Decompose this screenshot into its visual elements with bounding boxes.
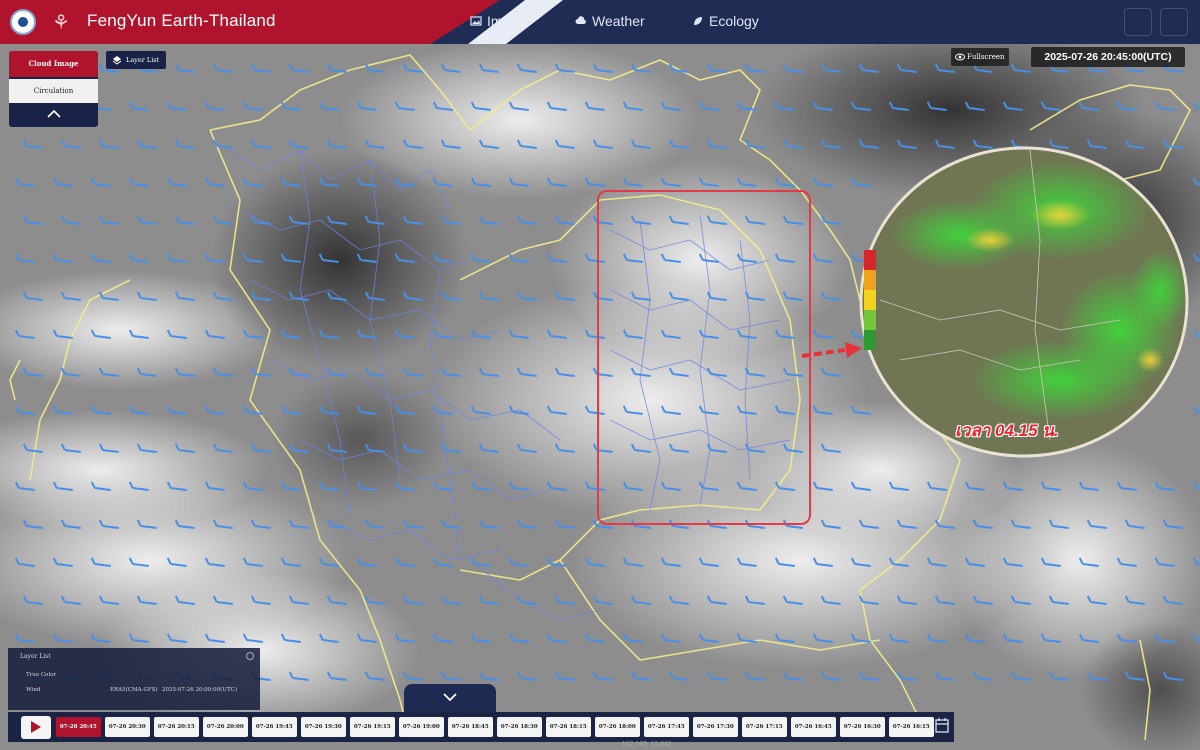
timeline-frame[interactable]: 07-26 20:45 [56,717,101,737]
timeline-frame[interactable]: 07-26 16:30 [840,717,885,737]
play-button[interactable] [21,716,51,739]
layer-list-button[interactable]: Layer List [106,51,166,69]
timeline-frame[interactable]: 07-26 20:30 [105,717,150,737]
timeline-frame[interactable]: 07-26 18:00 [595,717,640,737]
cursor-coordinates: 102.167, 15.642 [622,741,672,748]
timeline-frame[interactable]: 07-26 19:00 [399,717,444,737]
user-icon[interactable] [1160,8,1188,36]
layer-row-wind[interactable]: Wind [26,687,40,693]
gear-icon[interactable] [246,652,254,660]
leaf-icon [694,17,702,25]
nav-weather[interactable]: Weather [575,13,645,29]
current-timestamp: 2025-07-26 20:45:00(UTC) [1031,47,1185,67]
nav-weather-label: Weather [592,13,645,29]
app-window: เวลา 04.15 น. ⚘ FengYun Earth-Thailand I… [0,0,1200,750]
image-icon [470,16,482,26]
timeline-frame[interactable]: 07-26 19:30 [301,717,346,737]
chevron-down-icon [443,693,457,702]
timeline-frame[interactable]: 07-26 18:15 [546,717,591,737]
timeline-frame[interactable]: 07-26 17:45 [644,717,689,737]
layer-list-panel: Layer List True Color Wind ERA5(CMA-GFS)… [8,648,260,710]
nav-ecology-label: Ecology [709,13,759,29]
layer-list-button-label: Layer List [126,56,160,64]
fullscreen-label: Fullscreen [967,53,1005,61]
layer-wind-source: ERA5(CMA-GFS) [110,687,158,693]
timeline-frames: 07-26 20:45 07-26 20:30 07-26 20:15 07-26 2… [56,717,934,737]
nav-ecology[interactable]: Ecology [692,13,759,29]
timeline-frame[interactable]: 07-26 16:45 [791,717,836,737]
timeline-frame[interactable]: 07-26 18:30 [497,717,542,737]
tab-circulation[interactable]: Circulation [9,79,98,103]
nav-imagery[interactable]: Im [470,13,503,29]
highlight-region [597,190,811,525]
nav-imagery-label: Im [487,13,503,29]
timeline-collapse-tab[interactable] [404,684,496,712]
layer-row-true-color[interactable]: True Color [26,672,56,678]
radar-time-label: เวลา 04.15 น. [955,421,1059,440]
timeline-frame[interactable]: 07-26 20:00 [203,717,248,737]
timeline-bar: 07-26 20:45 07-26 20:30 07-26 20:15 07-26 2… [8,712,954,742]
timeline-frame[interactable]: 07-26 17:15 [742,717,787,737]
timeline-frame[interactable]: 07-26 17:30 [693,717,738,737]
layer-panel-title: Layer List [20,653,51,660]
layer-type-tabs: Cloud Image Circulation [9,51,98,127]
timeline-frame[interactable]: 07-26 19:15 [350,717,395,737]
timeline-frame[interactable]: 07-26 20:15 [154,717,199,737]
layers-icon [112,56,122,65]
cma-logo [10,9,36,35]
timeline-frame[interactable]: 07-26 18:45 [448,717,493,737]
radar-inset [859,146,1189,458]
settings-icon[interactable] [1124,8,1152,36]
layer-wind-time: 2025-07-26 20:00:00(UTC) [162,687,237,693]
eye-icon [955,53,965,61]
fengyun-logo: ⚘ [52,10,70,34]
cloud-icon [575,16,586,24]
top-header: ⚘ FengYun Earth-Thailand Im Weather Ecol… [0,0,1200,44]
timeline-frame[interactable]: 07-26 19:45 [252,717,297,737]
tab-cloud-image[interactable]: Cloud Image [9,51,98,77]
chevron-up-icon[interactable] [47,109,61,119]
fullscreen-button[interactable]: Fullscreen [951,48,1009,66]
timeline-frame[interactable]: 07-26 16:15 [889,717,934,737]
calendar-icon[interactable] [934,716,950,736]
app-title: FengYun Earth-Thailand [87,11,276,30]
